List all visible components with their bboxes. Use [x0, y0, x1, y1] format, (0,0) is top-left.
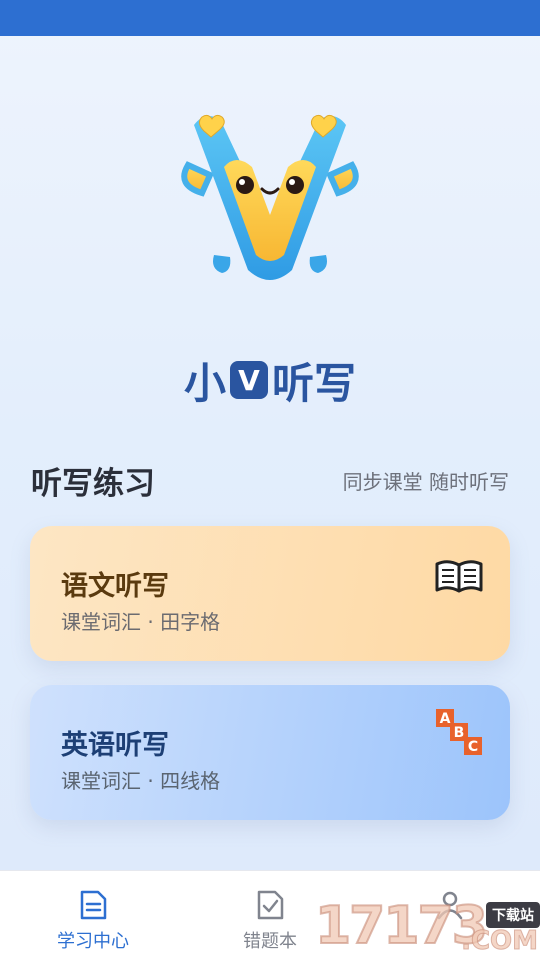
- mascot-logo: [181, 114, 359, 280]
- tab-learning-center[interactable]: 学习中心: [3, 871, 183, 960]
- section-subtitle: 同步课堂 随时听写: [342, 470, 509, 494]
- watermark-suffix: .COM: [461, 926, 539, 957]
- app-title-suffix: 听写: [272, 358, 357, 408]
- tab-label: 错题本: [243, 931, 297, 952]
- section-title: 听写练习: [31, 466, 155, 502]
- status-bar: [0, 0, 540, 36]
- document-icon: [80, 890, 107, 920]
- app-title-v-badge: V: [230, 361, 268, 399]
- app-title: 小 V 听写: [0, 350, 540, 410]
- tab-label: 学习中心: [57, 931, 129, 952]
- chinese-dictation-card[interactable]: 语文听写 课堂词汇 · 田字格: [30, 526, 510, 661]
- card-title: 语文听写: [61, 571, 169, 602]
- abc-letter-a: A: [440, 711, 451, 727]
- card-subtitle: 课堂词汇 · 田字格: [61, 610, 221, 634]
- card-subtitle: 课堂词汇 · 四线格: [61, 769, 221, 793]
- english-dictation-card[interactable]: 英语听写 课堂词汇 · 四线格 A B C: [30, 685, 510, 820]
- app-title-prefix: 小: [183, 358, 226, 408]
- card-title: 英语听写: [61, 730, 169, 761]
- open-book-icon: [435, 560, 483, 593]
- abc-letter-c: C: [468, 739, 478, 755]
- check-clipboard-icon: [257, 890, 284, 920]
- watermark: 17173 下载站 .COM: [314, 895, 540, 960]
- watermark-tag: 下载站: [486, 902, 540, 928]
- abc-blocks-icon: A B C: [436, 709, 482, 755]
- abc-letter-b: B: [454, 725, 465, 741]
